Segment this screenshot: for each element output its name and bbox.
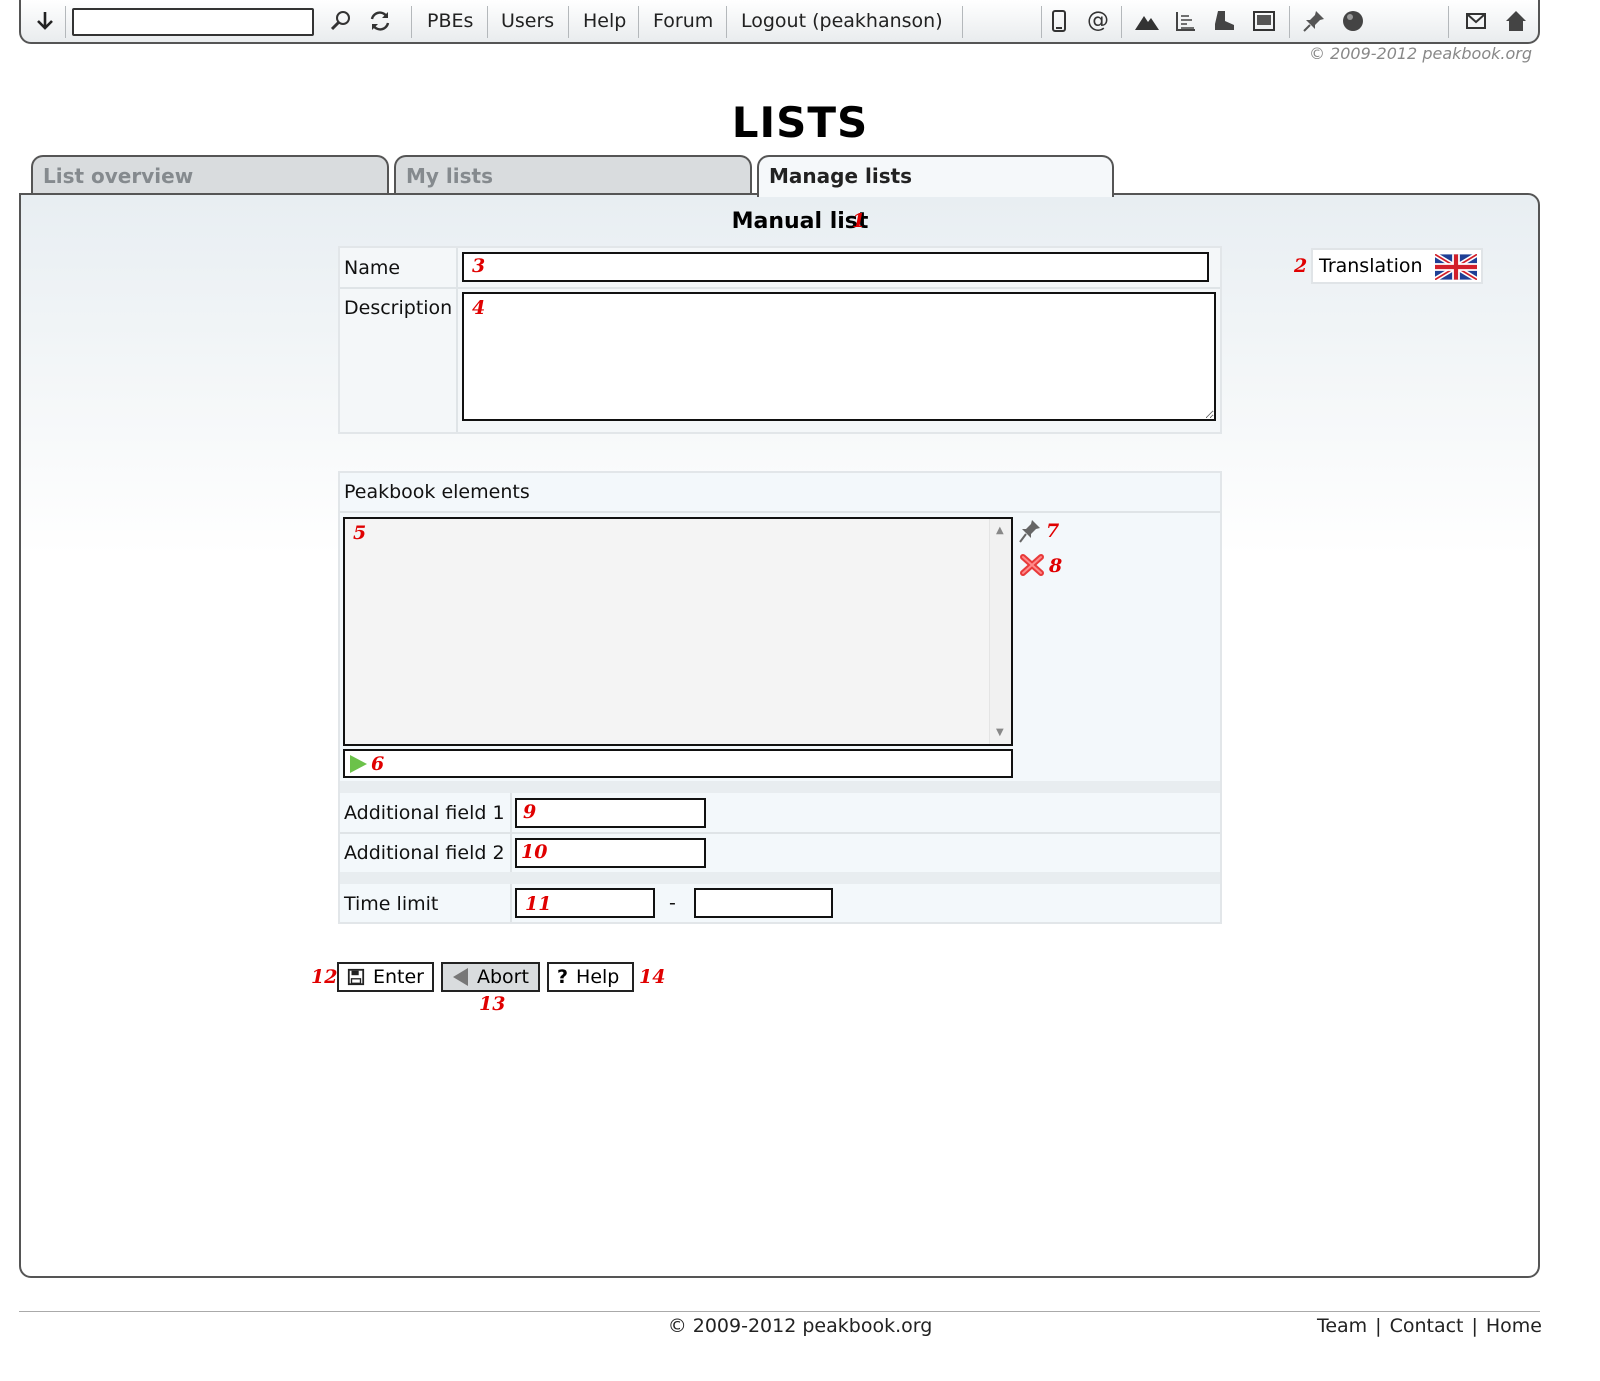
refresh-icon[interactable]: [366, 7, 394, 35]
annotation-6: 6: [371, 753, 385, 775]
page-title: LISTS: [731, 98, 869, 147]
annotation-5: 5: [353, 522, 367, 544]
search-input[interactable]: [72, 8, 314, 36]
elements-label: Peakbook elements: [344, 481, 530, 503]
scroll-up-icon[interactable]: ▲: [996, 525, 1004, 536]
help-button-label: Help: [576, 966, 620, 988]
globe-icon[interactable]: [1339, 7, 1367, 35]
annotation-12: 12: [311, 966, 338, 988]
logout-link[interactable]: Logout (peakhanson): [741, 10, 943, 32]
play-icon: [350, 755, 367, 773]
download-icon[interactable]: [31, 7, 59, 35]
footer-link-team[interactable]: Team: [1317, 1315, 1367, 1337]
enter-button-label: Enter: [373, 966, 424, 988]
description-label: Description: [344, 297, 453, 319]
translation-label: Translation: [1319, 255, 1423, 277]
time-limit-label: Time limit: [344, 893, 439, 915]
footer-links: Team | Contact | Home: [1316, 1315, 1542, 1337]
time-limit-separator: -: [669, 892, 676, 914]
additional-field-1-label: Additional field 1: [344, 802, 505, 824]
back-arrow-icon: [453, 968, 468, 986]
annotation-10: 10: [521, 841, 548, 863]
name-label: Name: [344, 257, 401, 279]
uk-flag-icon: [1435, 254, 1477, 280]
element-add-input[interactable]: [343, 749, 1013, 778]
pin-icon[interactable]: [1300, 7, 1328, 35]
mail-icon[interactable]: [1462, 7, 1490, 35]
delete-element-icon[interactable]: [1019, 553, 1045, 581]
annotation-1: 1: [852, 210, 866, 232]
time-limit-to-input[interactable]: [694, 888, 833, 918]
elements-listbox[interactable]: ▲ ▼: [343, 517, 1013, 746]
listbox-scrollbar[interactable]: ▲ ▼: [989, 519, 1011, 744]
footer-link-contact[interactable]: Contact: [1390, 1315, 1464, 1337]
translation-button[interactable]: Translation: [1311, 248, 1483, 284]
scroll-down-icon[interactable]: ▼: [996, 727, 1004, 738]
additional-field-1-input[interactable]: [515, 798, 706, 828]
search-icon[interactable]: [327, 7, 355, 35]
tab-my-lists[interactable]: My lists: [394, 155, 752, 194]
nav-link-forum[interactable]: Forum: [653, 10, 713, 32]
mountain-icon[interactable]: [1133, 7, 1161, 35]
photo-icon[interactable]: [1250, 7, 1278, 35]
abort-button[interactable]: Abort: [441, 962, 540, 992]
help-button[interactable]: ? Help: [547, 962, 634, 992]
description-textarea[interactable]: [462, 292, 1216, 421]
form-title: Manual list: [731, 209, 869, 234]
home-icon[interactable]: [1502, 7, 1530, 35]
annotation-8: 8: [1049, 555, 1063, 577]
save-icon: [347, 968, 365, 986]
additional-field-2-label: Additional field 2: [344, 842, 505, 864]
boot-icon[interactable]: [1211, 7, 1239, 35]
list-icon[interactable]: [1172, 7, 1200, 35]
annotation-7: 7: [1046, 520, 1060, 542]
annotation-2: 2: [1294, 255, 1308, 277]
copyright-top: © 2009-2012 peakbook.org: [1308, 44, 1532, 63]
phone-icon[interactable]: [1045, 7, 1073, 35]
annotation-4: 4: [472, 297, 486, 319]
tab-list-overview[interactable]: List overview: [31, 155, 389, 194]
top-toolbar: PBEs Users Help Forum Logout (peakhanson…: [19, 0, 1540, 44]
question-icon: ?: [557, 966, 569, 988]
abort-button-label: Abort: [477, 966, 529, 988]
nav-link-pbes[interactable]: PBEs: [427, 10, 473, 32]
annotation-13: 13: [479, 993, 506, 1015]
name-input[interactable]: [462, 252, 1209, 282]
nav-link-help[interactable]: Help: [583, 10, 626, 32]
at-icon[interactable]: @: [1084, 7, 1112, 35]
nav-link-users[interactable]: Users: [501, 10, 554, 32]
annotation-11: 11: [525, 893, 552, 915]
annotation-9: 9: [523, 801, 537, 823]
footer-divider: [19, 1311, 1540, 1312]
pin-element-icon[interactable]: [1018, 518, 1042, 548]
annotation-3: 3: [472, 255, 486, 277]
tab-manage-lists[interactable]: Manage lists: [757, 155, 1114, 197]
enter-button[interactable]: Enter: [337, 962, 434, 992]
annotation-14: 14: [639, 966, 666, 988]
footer-link-home[interactable]: Home: [1486, 1315, 1542, 1337]
